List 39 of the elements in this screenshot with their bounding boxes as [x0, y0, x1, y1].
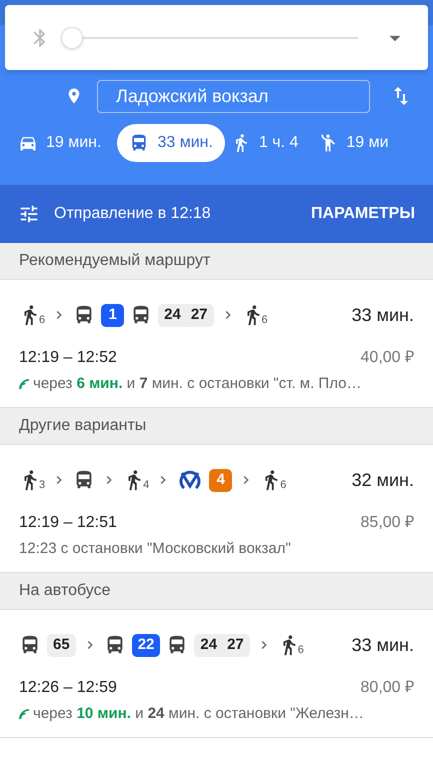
departure-info: 12:23 с остановки "Московский вокзал" — [19, 539, 291, 559]
volume-slider[interactable] — [61, 26, 358, 48]
route-numbers-badge: 24 27 — [158, 304, 214, 326]
travel-mode-tab[interactable]: 33 мин. — [117, 124, 225, 162]
route-times: 12:19 – 12:51 — [19, 513, 117, 533]
route-number-badge: 65 — [47, 634, 76, 656]
section-header: Другие варианты — [0, 408, 433, 445]
route-number-badge: 22 — [132, 634, 160, 656]
walk-minutes: 3 — [39, 480, 46, 491]
route-number-badge: 4 — [209, 468, 232, 492]
options-button[interactable]: ПАРАМЕТРЫ — [311, 202, 415, 226]
route-number-badge: 1 — [101, 304, 124, 326]
route-duration: 33 мин. — [352, 634, 414, 656]
route-price: 80,00 ₽ — [360, 678, 414, 698]
walk-minutes: 6 — [280, 480, 286, 491]
route-price: 85,00 ₽ — [360, 513, 414, 533]
walk-minutes: 6 — [39, 315, 46, 326]
walk-minutes: 4 — [143, 480, 150, 491]
travel-mode-tab[interactable]: 19 мин. — [14, 124, 106, 162]
route-numbers-badge: 24 27 — [194, 634, 250, 656]
route-times: 12:19 – 12:52 — [19, 348, 117, 368]
route-price: 40,00 ₽ — [360, 348, 414, 368]
sliders-icon[interactable] — [18, 203, 40, 225]
destination-field[interactable]: Ладожский вокзал — [97, 80, 370, 112]
walk-minutes: 6 — [262, 315, 268, 326]
section-header: Рекомендуемый маршрут — [0, 243, 433, 280]
live-signal-icon — [19, 708, 30, 720]
route-times: 12:26 – 12:59 — [19, 678, 117, 698]
travel-mode-tab[interactable]: 1 ч. 4 — [226, 124, 302, 162]
departure-time[interactable]: Отправление в 12:18 — [54, 202, 211, 226]
route-duration: 33 мин. — [352, 304, 414, 326]
live-signal-icon — [19, 378, 30, 390]
departure-info: через 10 мин. и 24 мин. с остановки "Железн… — [33, 704, 364, 724]
travel-mode-tab[interactable]: 19 ми — [314, 124, 393, 162]
walk-minutes: 6 — [298, 645, 304, 656]
route-duration: 32 мин. — [352, 468, 414, 492]
metro-logo-icon — [177, 470, 204, 490]
departure-info: через 6 мин. и 7 мин. с остановки "ст. м. Пло… — [33, 374, 362, 394]
section-header: На автобусе — [0, 573, 433, 610]
